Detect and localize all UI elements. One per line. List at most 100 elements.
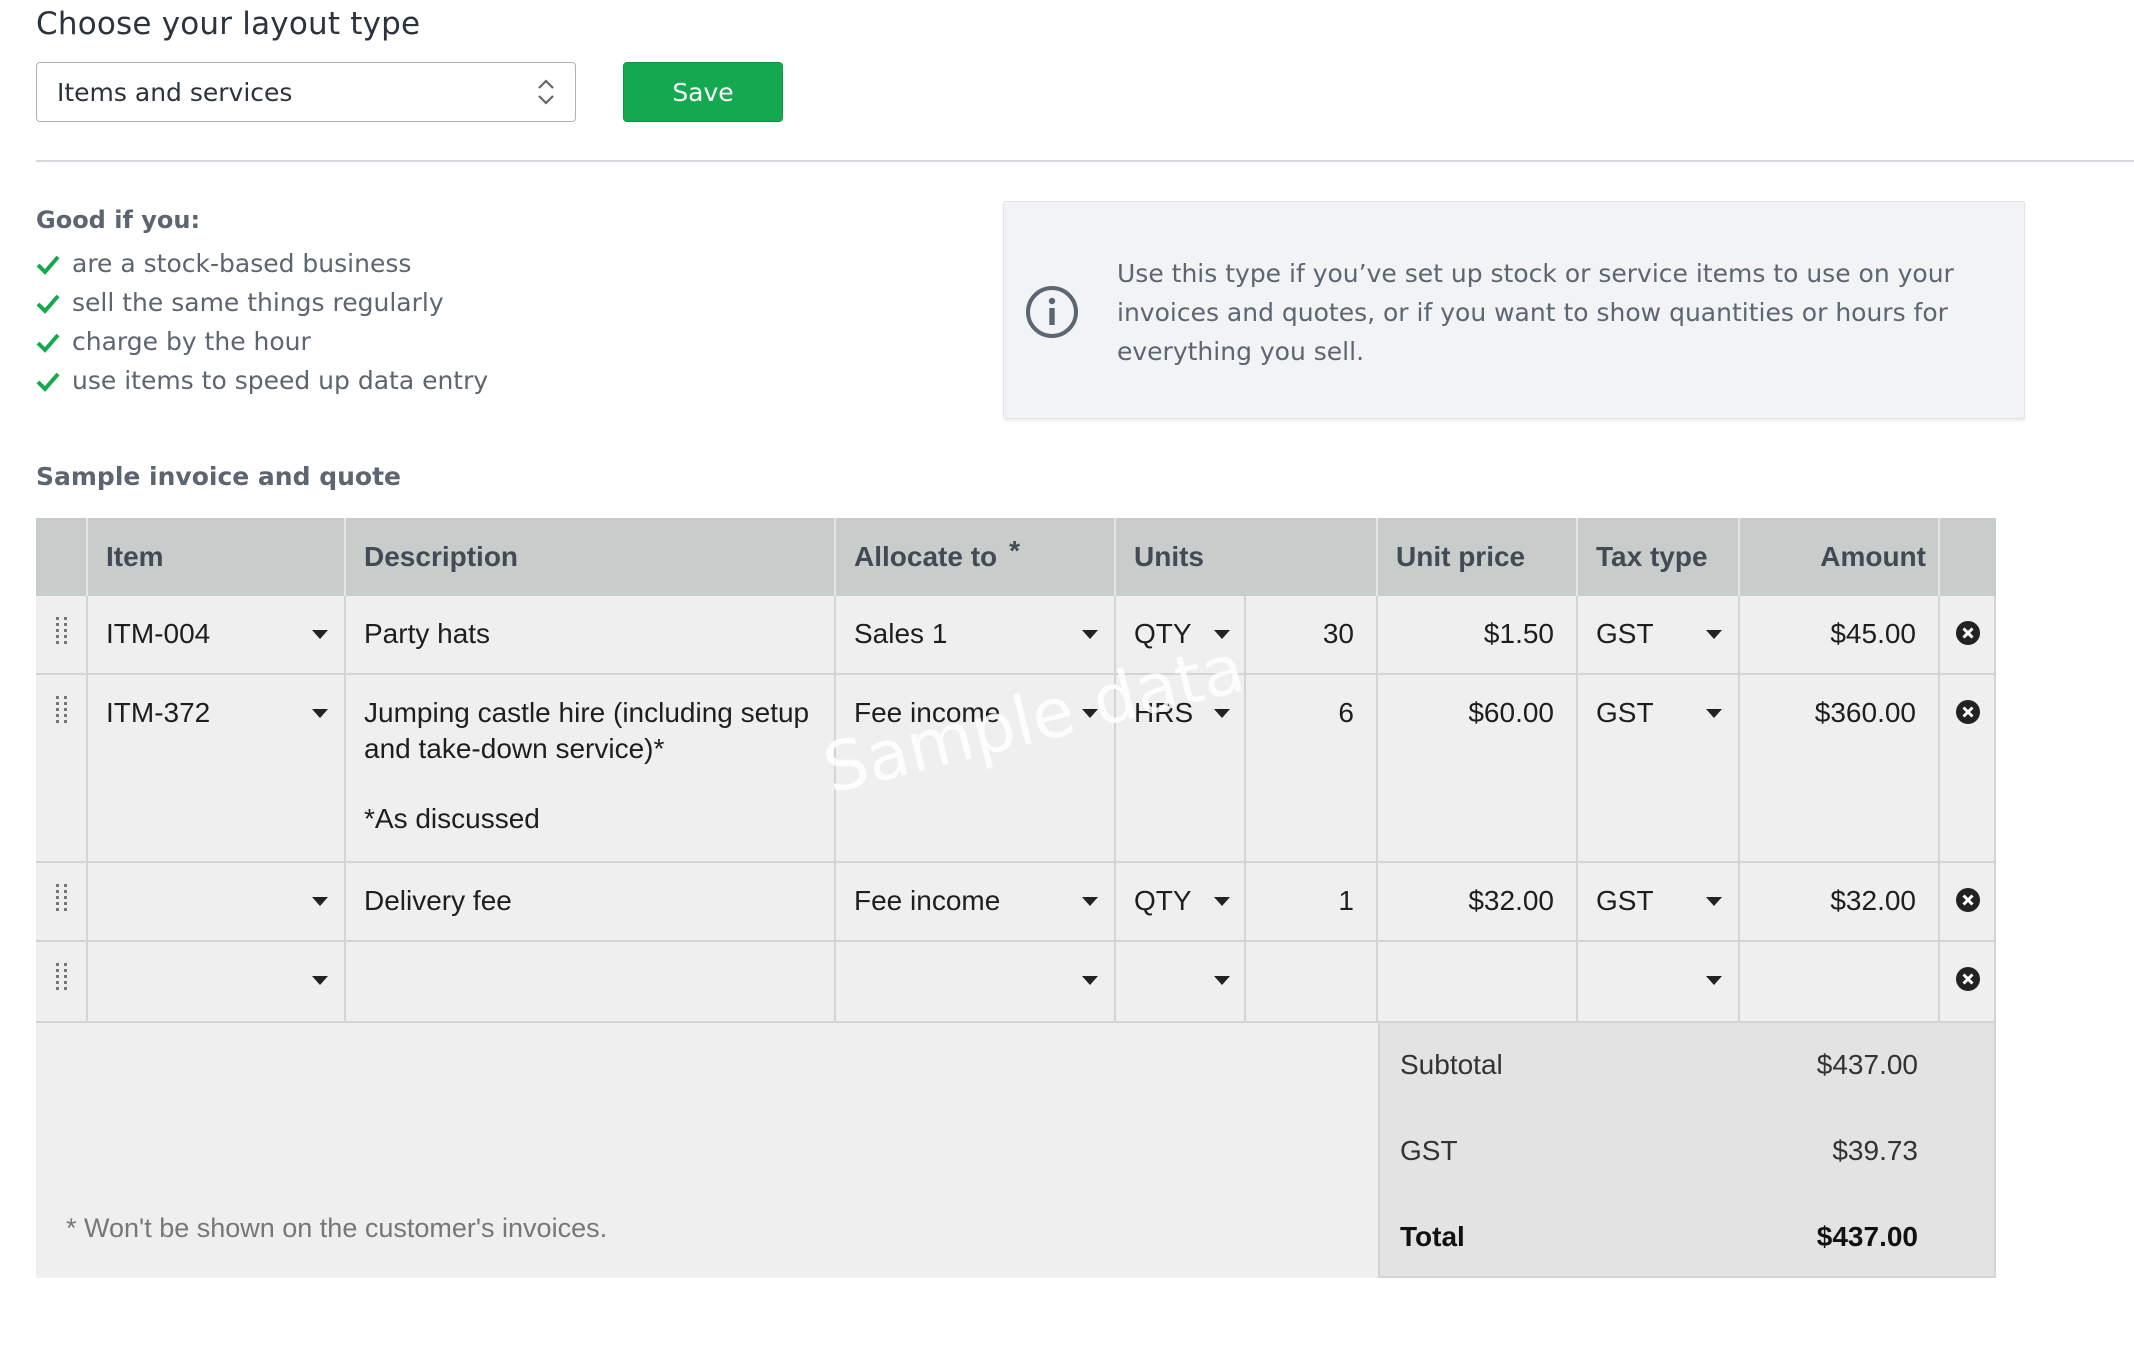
dropdown-arrow-icon[interactable] (1082, 630, 1098, 639)
qty-value: 1 (1338, 885, 1354, 916)
header-item: Item (88, 518, 346, 596)
unit-type-select[interactable]: QTY (1116, 596, 1246, 675)
good-if-item: are a stock-based business (36, 244, 488, 283)
row-drag-handle[interactable] (36, 942, 88, 1023)
drag-grip-icon[interactable] (54, 962, 70, 992)
unit-type-select[interactable]: QTY (1116, 863, 1246, 942)
dropdown-arrow-icon[interactable] (312, 897, 328, 906)
footnote: * Won't be shown on the customer's invoi… (66, 1213, 608, 1243)
row-drag-handle[interactable] (36, 863, 88, 942)
description-text: Party hats (364, 618, 491, 649)
dropdown-arrow-icon[interactable] (1706, 709, 1722, 718)
amount-cell: $32.00 (1740, 863, 1940, 942)
subtotal-value: $437.00 (1816, 1049, 1918, 1080)
remove-row-icon[interactable] (1955, 620, 1981, 646)
remove-row-icon[interactable] (1955, 699, 1981, 725)
description-cell[interactable]: Jumping castle hire (including setup and … (346, 675, 836, 863)
allocate-to-select[interactable] (836, 942, 1116, 1023)
drag-grip-icon[interactable] (54, 695, 70, 725)
header-allocate-to: Allocate to * (836, 518, 1116, 596)
tax-type-select[interactable]: GST (1578, 675, 1740, 863)
info-text: Use this type if you’ve set up stock or … (1117, 259, 1954, 366)
tax-type-select[interactable] (1578, 942, 1740, 1023)
unit-price-input[interactable]: $1.50 (1378, 596, 1578, 675)
header-remove-col (1940, 518, 1996, 596)
unit-price-input[interactable]: $60.00 (1378, 675, 1578, 863)
good-if-list: are a stock-based business sell the same… (36, 244, 488, 400)
unit-type-select[interactable]: HRS (1116, 675, 1246, 863)
item-select[interactable] (88, 942, 346, 1023)
allocate-to-select[interactable]: Fee income (836, 863, 1116, 942)
dropdown-arrow-icon[interactable] (1706, 630, 1722, 639)
drag-grip-icon[interactable] (54, 883, 70, 913)
dropdown-arrow-icon[interactable] (312, 976, 328, 985)
totals-panel: Subtotal $437.00 GST $39.73 Total $437.0… (1378, 1023, 1996, 1278)
row-drag-handle[interactable] (36, 596, 88, 675)
checkmark-icon (36, 333, 60, 353)
quantity-input[interactable] (1246, 942, 1378, 1023)
subtotal-label: Subtotal (1400, 1049, 1503, 1080)
remove-row-icon[interactable] (1955, 966, 1981, 992)
tax-value: GST (1596, 885, 1654, 916)
allocate-to-select[interactable]: Sales 1 (836, 596, 1116, 675)
header-amount: Amount (1740, 518, 1940, 596)
unit-price-value: $60.00 (1468, 697, 1554, 728)
good-if-heading: Good if you: (36, 206, 201, 234)
dropdown-arrow-icon[interactable] (1082, 709, 1098, 718)
remove-row-cell (1940, 675, 1996, 863)
allocate-value: Fee income (854, 697, 1001, 728)
allocate-to-select[interactable]: Fee income (836, 675, 1116, 863)
header-tax-type: Tax type (1578, 518, 1740, 596)
save-button[interactable]: Save (623, 62, 783, 122)
total-value: $437.00 (1816, 1221, 1918, 1252)
required-asterisk: * (1009, 535, 1021, 566)
tax-label: GST (1400, 1135, 1458, 1166)
layout-type-title: Choose your layout type (36, 6, 421, 42)
layout-type-select[interactable]: Items and services (36, 62, 576, 122)
description-cell[interactable] (346, 942, 836, 1023)
tax-value: $39.73 (1832, 1135, 1918, 1166)
layout-type-selected-value: Items and services (57, 77, 293, 107)
remove-row-icon[interactable] (1955, 887, 1981, 913)
remove-row-cell (1940, 863, 1996, 942)
tax-type-select[interactable]: GST (1578, 863, 1740, 942)
description-text: *As discussed (364, 803, 540, 834)
dropdown-arrow-icon[interactable] (1214, 630, 1230, 639)
dropdown-arrow-icon[interactable] (1082, 976, 1098, 985)
item-select[interactable]: ITM-372 (88, 675, 346, 863)
unit-price-input[interactable]: $32.00 (1378, 863, 1578, 942)
header-unit-price: Unit price (1378, 518, 1578, 596)
description-cell[interactable]: Delivery fee (346, 863, 836, 942)
qty-value: 30 (1322, 618, 1354, 649)
quantity-input[interactable]: 6 (1246, 675, 1378, 863)
dropdown-arrow-icon[interactable] (1214, 897, 1230, 906)
quantity-input[interactable]: 30 (1246, 596, 1378, 675)
dropdown-arrow-icon[interactable] (1082, 897, 1098, 906)
checkmark-icon (36, 255, 60, 275)
item-select[interactable]: ITM-004 (88, 596, 346, 675)
unit-type-select[interactable] (1116, 942, 1246, 1023)
unit-price-input[interactable] (1378, 942, 1578, 1023)
info-panel: Use this type if you’ve set up stock or … (1003, 201, 2025, 419)
dropdown-arrow-icon[interactable] (312, 630, 328, 639)
amount-cell: $45.00 (1740, 596, 1940, 675)
header-grip-col (36, 518, 88, 596)
info-icon (1026, 286, 1078, 338)
quantity-input[interactable]: 1 (1246, 863, 1378, 942)
description-text: and take-down service)* (364, 733, 665, 764)
row-drag-handle[interactable] (36, 675, 88, 863)
drag-grip-icon[interactable] (54, 616, 70, 646)
description-cell[interactable]: Party hats (346, 596, 836, 675)
tax-value: GST (1596, 697, 1654, 728)
unit-value: QTY (1134, 885, 1192, 916)
item-select[interactable] (88, 863, 346, 942)
dropdown-arrow-icon[interactable] (1214, 709, 1230, 718)
unit-value: HRS (1134, 697, 1194, 728)
dropdown-arrow-icon[interactable] (1214, 976, 1230, 985)
sample-invoice-table: Item Description Allocate to * Units Uni… (36, 518, 1996, 1278)
dropdown-arrow-icon[interactable] (1706, 976, 1722, 985)
dropdown-arrow-icon[interactable] (312, 709, 328, 718)
dropdown-arrow-icon[interactable] (1706, 897, 1722, 906)
amount-cell: $360.00 (1740, 675, 1940, 863)
tax-type-select[interactable]: GST (1578, 596, 1740, 675)
